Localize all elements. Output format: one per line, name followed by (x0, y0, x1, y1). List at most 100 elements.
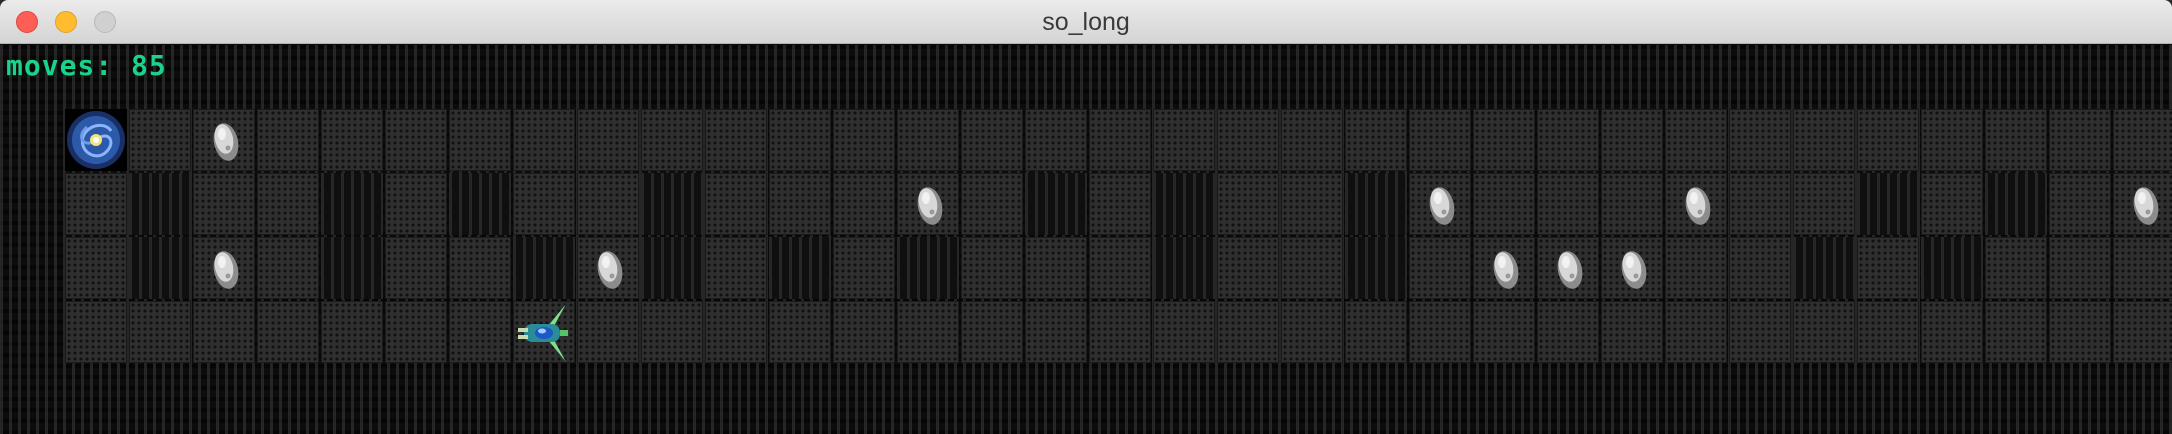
floor-tile (513, 109, 575, 171)
floor-tile (577, 173, 639, 235)
floor-tile (1601, 173, 1663, 235)
wall-tile (513, 237, 575, 299)
floor-tile (1729, 109, 1791, 171)
floor-tile (321, 301, 383, 363)
floor-tile (1537, 173, 1599, 235)
floor-tile (1793, 301, 1855, 363)
wall-tile (1345, 237, 1407, 299)
game-window: so_long moves: 85 (0, 0, 2172, 434)
floor-tile (2113, 301, 2172, 363)
floor-tile (1025, 301, 1087, 363)
floor-tile (257, 173, 319, 235)
floor-tile (1857, 109, 1919, 171)
floor-tile (257, 301, 319, 363)
floor-tile (1601, 301, 1663, 363)
floor-tile (1729, 173, 1791, 235)
collectible-tile (897, 173, 959, 235)
floor-tile (257, 237, 319, 299)
collectible-tile (1473, 237, 1535, 299)
floor-tile (577, 109, 639, 171)
floor-tile (897, 301, 959, 363)
asteroid-collectible-icon (1621, 251, 1647, 289)
floor-tile (961, 237, 1023, 299)
floor-tile (705, 173, 767, 235)
floor-tile (1473, 301, 1535, 363)
floor-tile (769, 173, 831, 235)
floor-tile (1153, 301, 1215, 363)
floor-tile (1537, 109, 1599, 171)
floor-tile (1985, 237, 2047, 299)
floor-tile (1473, 109, 1535, 171)
floor-tile (193, 173, 255, 235)
player-tile (513, 301, 575, 363)
asteroid-collectible-icon (917, 187, 943, 225)
wall-tile (1921, 237, 1983, 299)
floor-tile (1217, 237, 1279, 299)
game-canvas[interactable]: moves: 85 (0, 45, 2172, 434)
floor-tile (1793, 173, 1855, 235)
floor-tile (1793, 109, 1855, 171)
floor-tile (833, 109, 895, 171)
floor-tile (897, 109, 959, 171)
wall-tile (1793, 237, 1855, 299)
floor-tile (705, 109, 767, 171)
floor-tile (193, 301, 255, 363)
floor-tile (1473, 173, 1535, 235)
floor-tile (65, 301, 127, 363)
floor-tile (513, 173, 575, 235)
floor-tile (1089, 237, 1151, 299)
floor-tile (705, 237, 767, 299)
floor-tile (321, 109, 383, 171)
floor-tile (1665, 301, 1727, 363)
floor-tile (1409, 237, 1471, 299)
floor-tile (1921, 173, 1983, 235)
floor-tile (65, 237, 127, 299)
floor-tile (1345, 109, 1407, 171)
galaxy-exit-icon (67, 111, 125, 169)
floor-tile (1665, 237, 1727, 299)
floor-tile (1089, 173, 1151, 235)
floor-tile (449, 237, 511, 299)
floor-tile (1985, 109, 2047, 171)
collectible-tile (1409, 173, 1471, 235)
collectible-tile (1537, 237, 1599, 299)
floor-tile (1345, 301, 1407, 363)
floor-tile (1857, 237, 1919, 299)
floor-tile (2049, 173, 2111, 235)
asteroid-collectible-icon (1429, 187, 1455, 225)
floor-tile (833, 173, 895, 235)
wall-tile (129, 173, 191, 235)
window-title: so_long (1042, 8, 1130, 36)
wall-tile (1025, 173, 1087, 235)
collectible-tile (577, 237, 639, 299)
floor-tile (1921, 109, 1983, 171)
floor-tile (1985, 301, 2047, 363)
floor-tile (833, 237, 895, 299)
floor-tile (1729, 237, 1791, 299)
floor-tile (705, 301, 767, 363)
asteroid-collectible-icon (213, 251, 239, 289)
floor-tile (129, 109, 191, 171)
collectible-tile (2113, 173, 2172, 235)
floor-tile (1153, 109, 1215, 171)
floor-tile (1857, 301, 1919, 363)
wall-tile (641, 237, 703, 299)
floor-tile (449, 109, 511, 171)
title-bar: so_long (0, 0, 2172, 44)
asteroid-collectible-icon (213, 123, 239, 161)
floor-tile (2113, 237, 2172, 299)
floor-tile (2113, 109, 2172, 171)
moves-counter: moves: 85 (6, 49, 167, 82)
floor-tile (1217, 301, 1279, 363)
floor-tile (769, 301, 831, 363)
asteroid-collectible-icon (1557, 251, 1583, 289)
floor-tile (1281, 109, 1343, 171)
wall-tile (129, 237, 191, 299)
collectible-tile (1601, 237, 1663, 299)
collectible-tile (1665, 173, 1727, 235)
floor-tile (1089, 109, 1151, 171)
floor-tile (961, 301, 1023, 363)
asteroid-collectible-icon (1685, 187, 1711, 225)
floor-tile (1537, 301, 1599, 363)
floor-tile (1025, 237, 1087, 299)
